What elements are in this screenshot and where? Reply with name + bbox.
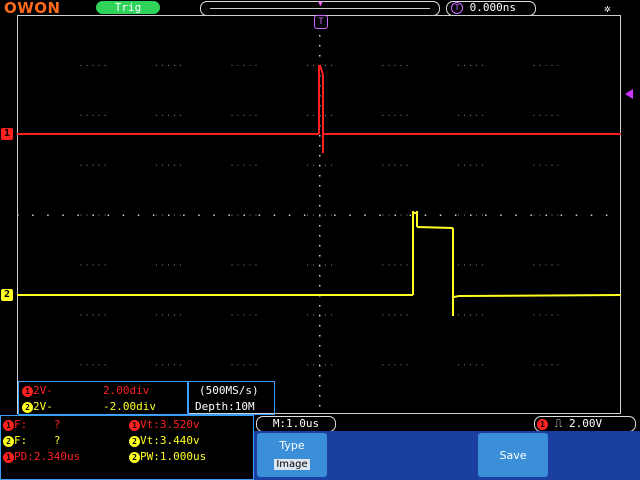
ch2-badge-icon: 2 (22, 401, 33, 413)
horizontal-position-readout: T 0.000ns (451, 1, 516, 15)
sample-rate: (500MS/s) (199, 384, 259, 397)
acquisition-info-panel: (500MS/s) Depth:10M (188, 381, 275, 415)
ch1-frequency-measure: 1 F: ? (3, 418, 61, 432)
type-menu-value: Image (274, 459, 310, 470)
pulse-width-measure: 2 PW:1.000us (129, 450, 206, 464)
ch2-badge-icon: 2 (3, 435, 14, 447)
ch2-vtop-measure: 2 Vt:3.440v (129, 434, 200, 448)
ch1-badge-icon: 1 (22, 385, 33, 397)
time-position-line (210, 8, 430, 9)
ch1-level-marker[interactable]: 1 (1, 128, 13, 140)
ch1-vtop-measure: 1 Vt:3.520v (129, 418, 200, 432)
save-button-label: Save (499, 449, 527, 462)
ch2-scale: -2.00div (103, 400, 156, 413)
waveform-grid (17, 15, 621, 414)
ch2-frequency-measure: 2 F: ? (3, 434, 61, 448)
type-menu-button[interactable]: Type Image (257, 433, 327, 477)
trigger-time-icon: T (451, 2, 463, 14)
ch2-badge-icon: 2 (129, 451, 140, 463)
rising-edge-icon: ⎍ (554, 417, 563, 430)
horizontal-position-value: 0.000ns (469, 1, 516, 14)
oscilloscope-screen: OWON Trig ▼ T 0.000ns ✲ T 1 2 1 2V- 2.00… (0, 0, 640, 480)
ch2-badge-icon: 2 (129, 435, 140, 447)
trigger-level-marker-icon[interactable] (625, 89, 633, 99)
timebase-readout[interactable]: M:1.0us (256, 416, 336, 432)
trigger-state-badge: Trig (96, 1, 160, 14)
time-position-marker-icon: ▼ (318, 0, 323, 8)
memory-depth: Depth:10M (195, 400, 255, 413)
save-button[interactable]: Save (478, 433, 548, 477)
channel-info-panel: 1 2V- 2.00div 2 2V- -2.00div (18, 381, 188, 415)
ch2-frequency-value: ? (53, 434, 61, 447)
trigger-status-readout[interactable]: 1 ⎍ 2.00V (534, 416, 636, 432)
phase-delay-measure: 1 PD:2.340us (3, 450, 80, 464)
owon-logo: OWON (4, 0, 61, 17)
trigger-channel-badge-icon: 1 (537, 418, 548, 430)
ch2-info-row[interactable]: 2 2V- -2.00div (19, 399, 187, 414)
ch1-scale: 2.00div (103, 384, 150, 397)
ch1-badge-icon: 1 (129, 419, 140, 431)
type-menu-label: Type (279, 439, 305, 452)
ch1-badge-icon: 1 (3, 419, 14, 431)
trigger-level-value: 2.00V (568, 417, 603, 430)
trigger-position-marker-icon: T (314, 15, 328, 29)
ch1-info-row[interactable]: 1 2V- 2.00div (19, 383, 187, 398)
settings-gear-icon[interactable]: ✲ (604, 2, 611, 15)
ch1-frequency-value: ? (53, 418, 61, 431)
ch1-coupling: 2V- (33, 384, 53, 397)
measurement-panel: 1 F: ? 1 Vt:3.520v 2 F: ? 2 Vt:3.440v 1 PD:2.… (0, 415, 254, 480)
ch2-level-marker[interactable]: 2 (1, 289, 13, 301)
ch2-coupling: 2V- (33, 400, 53, 413)
ch1-badge-icon: 1 (3, 451, 14, 463)
